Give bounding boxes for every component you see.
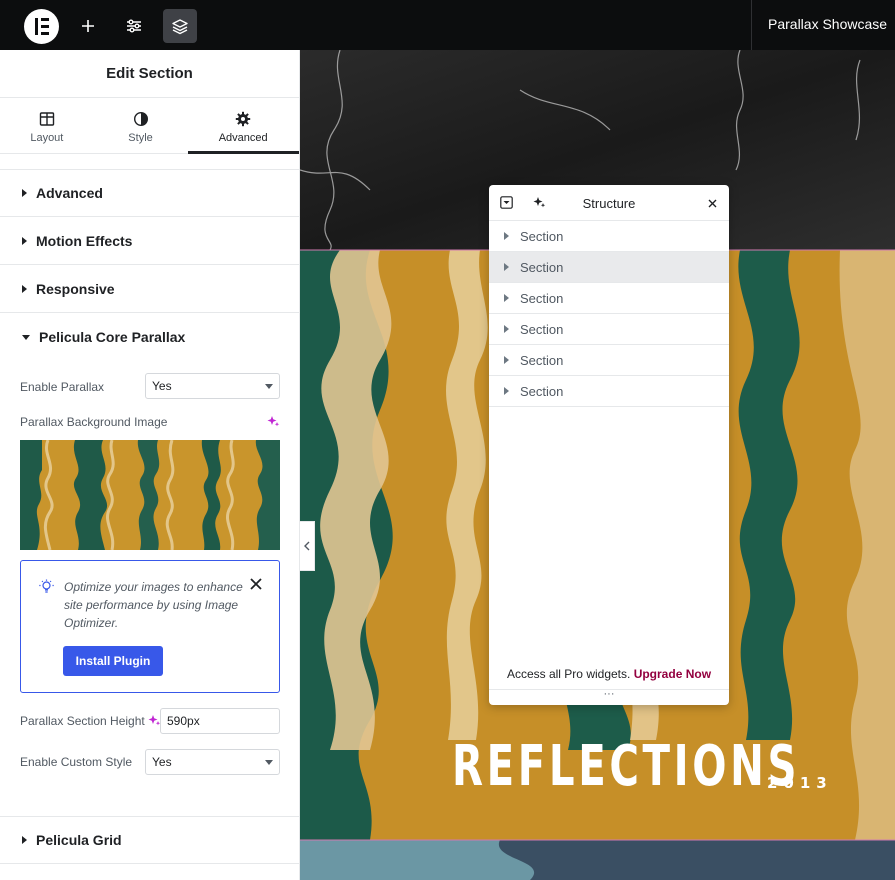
parallax-background-image[interactable]	[20, 440, 280, 550]
caret-right-icon	[504, 294, 509, 302]
caret-right-icon	[504, 325, 509, 333]
layout-icon	[39, 112, 55, 126]
structure-row-label: Section	[520, 259, 564, 275]
panel-title: Edit Section	[0, 50, 299, 98]
tab-style[interactable]: Style	[94, 98, 188, 153]
section-responsive[interactable]: Responsive	[0, 265, 299, 313]
layers-icon	[172, 19, 188, 35]
install-plugin-button[interactable]: Install Plugin	[63, 646, 163, 676]
structure-title: Structure	[582, 196, 636, 211]
close-icon[interactable]	[250, 578, 262, 590]
enable-parallax-label: Enable Parallax	[20, 380, 105, 394]
add-icon	[82, 20, 94, 32]
structure-row[interactable]: Section	[489, 345, 729, 376]
structure-button[interactable]	[163, 9, 197, 43]
section-advanced-label: Advanced	[36, 185, 103, 201]
caret-right-icon	[504, 263, 509, 271]
tab-advanced-label: Advanced	[218, 132, 268, 144]
tab-layout[interactable]: Layout	[0, 98, 94, 153]
pro-upsell: Access all Pro widgets. Upgrade Now	[489, 667, 729, 681]
sliders-icon	[127, 19, 141, 33]
site-settings-button[interactable]	[117, 9, 151, 43]
caret-right-icon	[504, 356, 509, 364]
pro-upsell-text: Access all Pro widgets.	[506, 667, 631, 681]
structure-row-label: Section	[520, 290, 564, 306]
section-responsive-label: Responsive	[36, 280, 115, 297]
caret-right-icon	[504, 387, 509, 395]
image-preview	[20, 440, 280, 550]
structure-row[interactable]: Section	[489, 252, 729, 283]
caret-right-icon	[22, 836, 27, 844]
caret-right-icon	[504, 232, 509, 240]
section-height-input[interactable]: 590px	[160, 708, 280, 734]
structure-row-label: Section	[520, 383, 564, 399]
ai-sparkle-icon[interactable]	[267, 415, 280, 428]
chevron-left-icon	[304, 541, 310, 551]
add-element-button[interactable]	[71, 9, 105, 43]
topbar-divider	[751, 0, 752, 50]
section-advanced[interactable]: Advanced	[0, 169, 299, 217]
enable-parallax-select[interactable]: Yes	[145, 373, 280, 399]
structure-row-label: Section	[520, 321, 564, 337]
bg-image-label: Parallax Background Image	[20, 415, 168, 429]
custom-style-label: Enable Custom Style	[20, 755, 133, 769]
structure-row[interactable]: Section	[489, 314, 729, 345]
caret-down-icon	[22, 334, 30, 340]
section-parallax-label: Pelicula Core Parallax	[39, 329, 186, 345]
gear-icon	[235, 111, 251, 127]
contrast-icon	[133, 111, 148, 127]
caret-right-icon	[22, 189, 27, 197]
top-bar: Parallax Showcase	[0, 0, 895, 50]
section-motion-effects[interactable]: Motion Effects	[0, 217, 299, 265]
upgrade-now-link[interactable]: Upgrade Now	[634, 667, 711, 681]
caret-right-icon	[22, 284, 27, 293]
section-pelicula-core-parallax[interactable]: Pelicula Core Parallax	[0, 313, 299, 361]
notice-text: Optimize your images to enhance site per…	[64, 580, 243, 630]
panel-tabs: Layout Style Advanced	[0, 98, 299, 154]
section-pelicula-grid[interactable]: Pelicula Grid	[0, 816, 299, 864]
structure-row-label: Section	[520, 228, 564, 244]
hero-year: 2013	[767, 774, 833, 792]
structure-panel: Structure Section Section Section Sectio…	[489, 185, 729, 705]
structure-row[interactable]: Section	[489, 283, 729, 314]
active-tab-indicator	[188, 151, 299, 154]
section-height-label: Parallax Section Height	[20, 714, 145, 728]
tab-advanced[interactable]: Advanced	[187, 98, 299, 153]
custom-style-select[interactable]: Yes	[145, 749, 280, 775]
structure-row-label: Section	[520, 352, 564, 368]
resize-handle[interactable]: ···	[489, 689, 729, 705]
section-grid-label: Pelicula Grid	[36, 832, 122, 848]
edit-panel: Edit Section Layout Style Advanced Advan…	[0, 50, 300, 880]
structure-row[interactable]: Section	[489, 221, 729, 252]
elementor-logo-icon[interactable]	[24, 9, 59, 44]
image-optimizer-notice: Optimize your images to enhance site per…	[20, 560, 280, 693]
close-icon[interactable]	[708, 199, 717, 208]
tab-layout-label: Layout	[30, 132, 64, 144]
hero-headline: REFLECTIONS	[452, 734, 801, 799]
caret-right-icon	[22, 236, 27, 245]
tab-style-label: Style	[128, 132, 153, 144]
structure-row[interactable]: Section	[489, 376, 729, 407]
lightbulb-icon	[39, 579, 54, 593]
structure-header: Structure	[489, 185, 729, 221]
site-title[interactable]: Parallax Showcase	[768, 16, 887, 32]
section-motion-label: Motion Effects	[36, 232, 133, 249]
collapse-panel-button[interactable]	[300, 521, 315, 571]
